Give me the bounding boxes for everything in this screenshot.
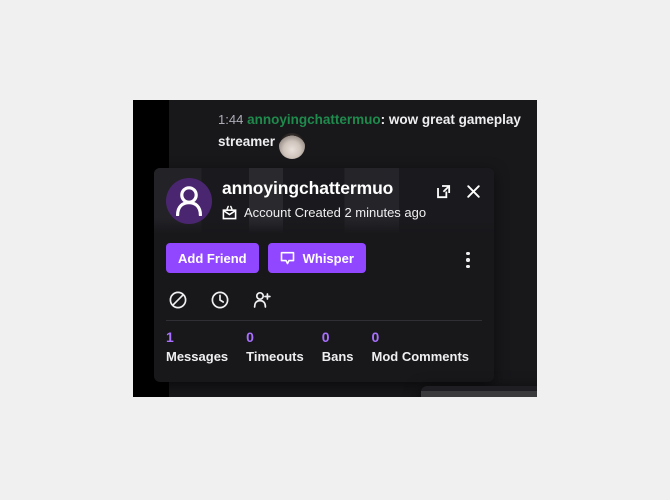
stat-value: 0 (371, 329, 380, 345)
kebab-dot (466, 251, 470, 256)
more-options-button[interactable] (456, 248, 480, 272)
stat-label: Bans (321, 349, 354, 364)
chat-message-line: 1:44 annoyingchattermuo: wow great gamep… (218, 109, 528, 160)
chat-username[interactable]: annoyingchattermuo (247, 112, 381, 127)
viewer-card: annoyingchattermuo Account Created 2 min… (154, 168, 494, 382)
speech-bubble-icon (280, 251, 294, 264)
stat-value: 1 (166, 329, 174, 345)
context-menu-item-block[interactable]: Block annoyingchattermuo (421, 391, 537, 397)
chat-timestamp: 1:44 (218, 112, 244, 127)
chat-viewport: 1:44 annoyingchattermuo: wow great gamep… (133, 100, 537, 397)
stat-label: Timeouts (246, 349, 304, 364)
close-icon (466, 184, 480, 198)
ban-icon[interactable] (168, 290, 188, 310)
timeout-clock-icon[interactable] (210, 290, 230, 310)
add-moderator-icon[interactable] (252, 290, 272, 310)
viewer-stats-row: 1 Messages 0 Timeouts 0 Bans 0 Mod Comme… (154, 328, 494, 366)
mod-actions-row (154, 280, 494, 320)
face-emote (279, 133, 306, 160)
default-user-avatar-icon (176, 186, 202, 216)
card-actions-row: Add Friend Whisper (154, 234, 494, 282)
card-divider (166, 320, 482, 321)
kebab-dot (466, 264, 470, 269)
popout-button[interactable] (432, 180, 454, 202)
stat-value: 0 (321, 329, 330, 345)
stat-bans: 0 Bans (322, 328, 354, 366)
stat-mod-comments: 0 Mod Comments (372, 328, 470, 366)
stat-label: Messages (166, 349, 229, 364)
context-menu: Block annoyingchattermuo Report annoying… (421, 386, 537, 397)
account-created-label: Account Created 2 minutes ago (244, 205, 427, 220)
viewer-card-header: annoyingchattermuo Account Created 2 min… (154, 168, 494, 234)
stat-value: 0 (246, 329, 254, 345)
close-button[interactable] (462, 180, 484, 202)
avatar[interactable] (166, 178, 212, 224)
whisper-label: Whisper (302, 250, 354, 266)
stat-messages: 1 Messages (166, 328, 228, 366)
cake-icon (222, 205, 237, 220)
stat-timeouts: 0 Timeouts (246, 328, 304, 366)
add-friend-button[interactable]: Add Friend (166, 243, 259, 273)
whisper-button[interactable]: Whisper (267, 243, 366, 273)
viewer-username: annoyingchattermuo (222, 178, 394, 198)
stat-label: Mod Comments (371, 349, 470, 364)
popout-icon (436, 184, 450, 198)
kebab-dot (466, 258, 470, 262)
account-created-row: Account Created 2 minutes ago (222, 205, 426, 220)
